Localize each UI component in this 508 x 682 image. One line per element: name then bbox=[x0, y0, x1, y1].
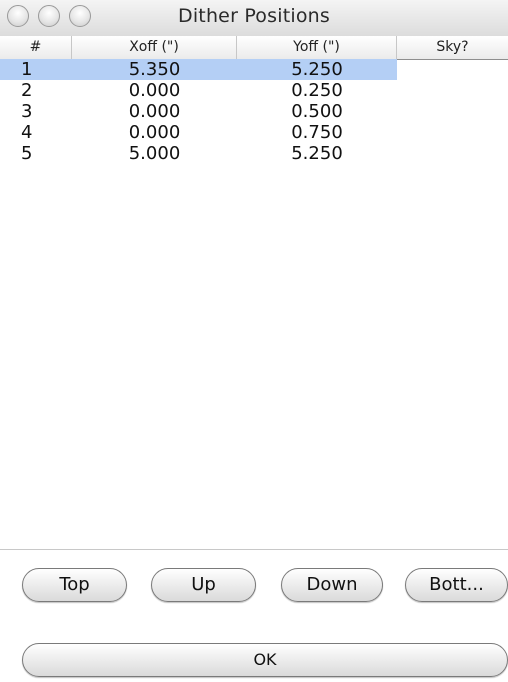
table-row[interactable]: 1 5.350 5.250 bbox=[0, 59, 508, 80]
cell-xoff[interactable]: 5.350 bbox=[72, 59, 237, 80]
dither-positions-window: Dither Positions # Xoff (") Yoff (") Sky… bbox=[0, 0, 508, 682]
table-row[interactable]: 2 0.000 0.250 bbox=[0, 80, 508, 101]
cell-yoff[interactable]: 5.250 bbox=[237, 143, 397, 164]
move-top-button[interactable]: Top bbox=[22, 568, 127, 602]
column-header-yoff[interactable]: Yoff (") bbox=[237, 36, 397, 59]
move-bottom-button[interactable]: Bott... bbox=[405, 568, 508, 602]
cell-yoff[interactable]: 5.250 bbox=[237, 59, 397, 80]
table-header: # Xoff (") Yoff (") Sky? bbox=[0, 36, 508, 60]
move-up-button[interactable]: Up bbox=[151, 568, 256, 602]
cell-sky bbox=[397, 122, 508, 143]
cell-xoff[interactable]: 0.000 bbox=[72, 80, 237, 101]
title-bar: Dither Positions bbox=[0, 0, 508, 37]
cell-yoff[interactable]: 0.250 bbox=[237, 80, 397, 101]
cell-yoff[interactable]: 0.750 bbox=[237, 122, 397, 143]
column-header-sky[interactable]: Sky? bbox=[397, 36, 508, 59]
cell-index: 2 bbox=[21, 80, 33, 101]
cell-sky bbox=[397, 59, 508, 80]
cell-sky bbox=[397, 80, 508, 101]
cell-xoff[interactable]: 0.000 bbox=[72, 122, 237, 143]
column-header-index[interactable]: # bbox=[0, 36, 72, 59]
cell-xoff[interactable]: 0.000 bbox=[72, 101, 237, 122]
cell-index: 4 bbox=[21, 122, 33, 143]
cell-index: 5 bbox=[21, 143, 33, 164]
table-row[interactable]: 4 0.000 0.750 bbox=[0, 122, 508, 143]
table-row[interactable]: 5 5.000 5.250 bbox=[0, 143, 508, 164]
cell-yoff[interactable]: 0.500 bbox=[237, 101, 397, 122]
ok-button[interactable]: OK bbox=[22, 643, 508, 677]
cell-sky bbox=[397, 143, 508, 164]
column-header-xoff[interactable]: Xoff (") bbox=[72, 36, 237, 59]
move-down-button[interactable]: Down bbox=[281, 568, 383, 602]
dither-table: # Xoff (") Yoff (") Sky? 1 5.350 5.250 2… bbox=[0, 36, 508, 550]
window-title: Dither Positions bbox=[177, 5, 331, 27]
cell-sky bbox=[397, 101, 508, 122]
cell-xoff[interactable]: 5.000 bbox=[72, 143, 237, 164]
cell-index: 3 bbox=[21, 101, 33, 122]
cell-index: 1 bbox=[0, 59, 72, 80]
table-row[interactable]: 3 0.000 0.500 bbox=[0, 101, 508, 122]
